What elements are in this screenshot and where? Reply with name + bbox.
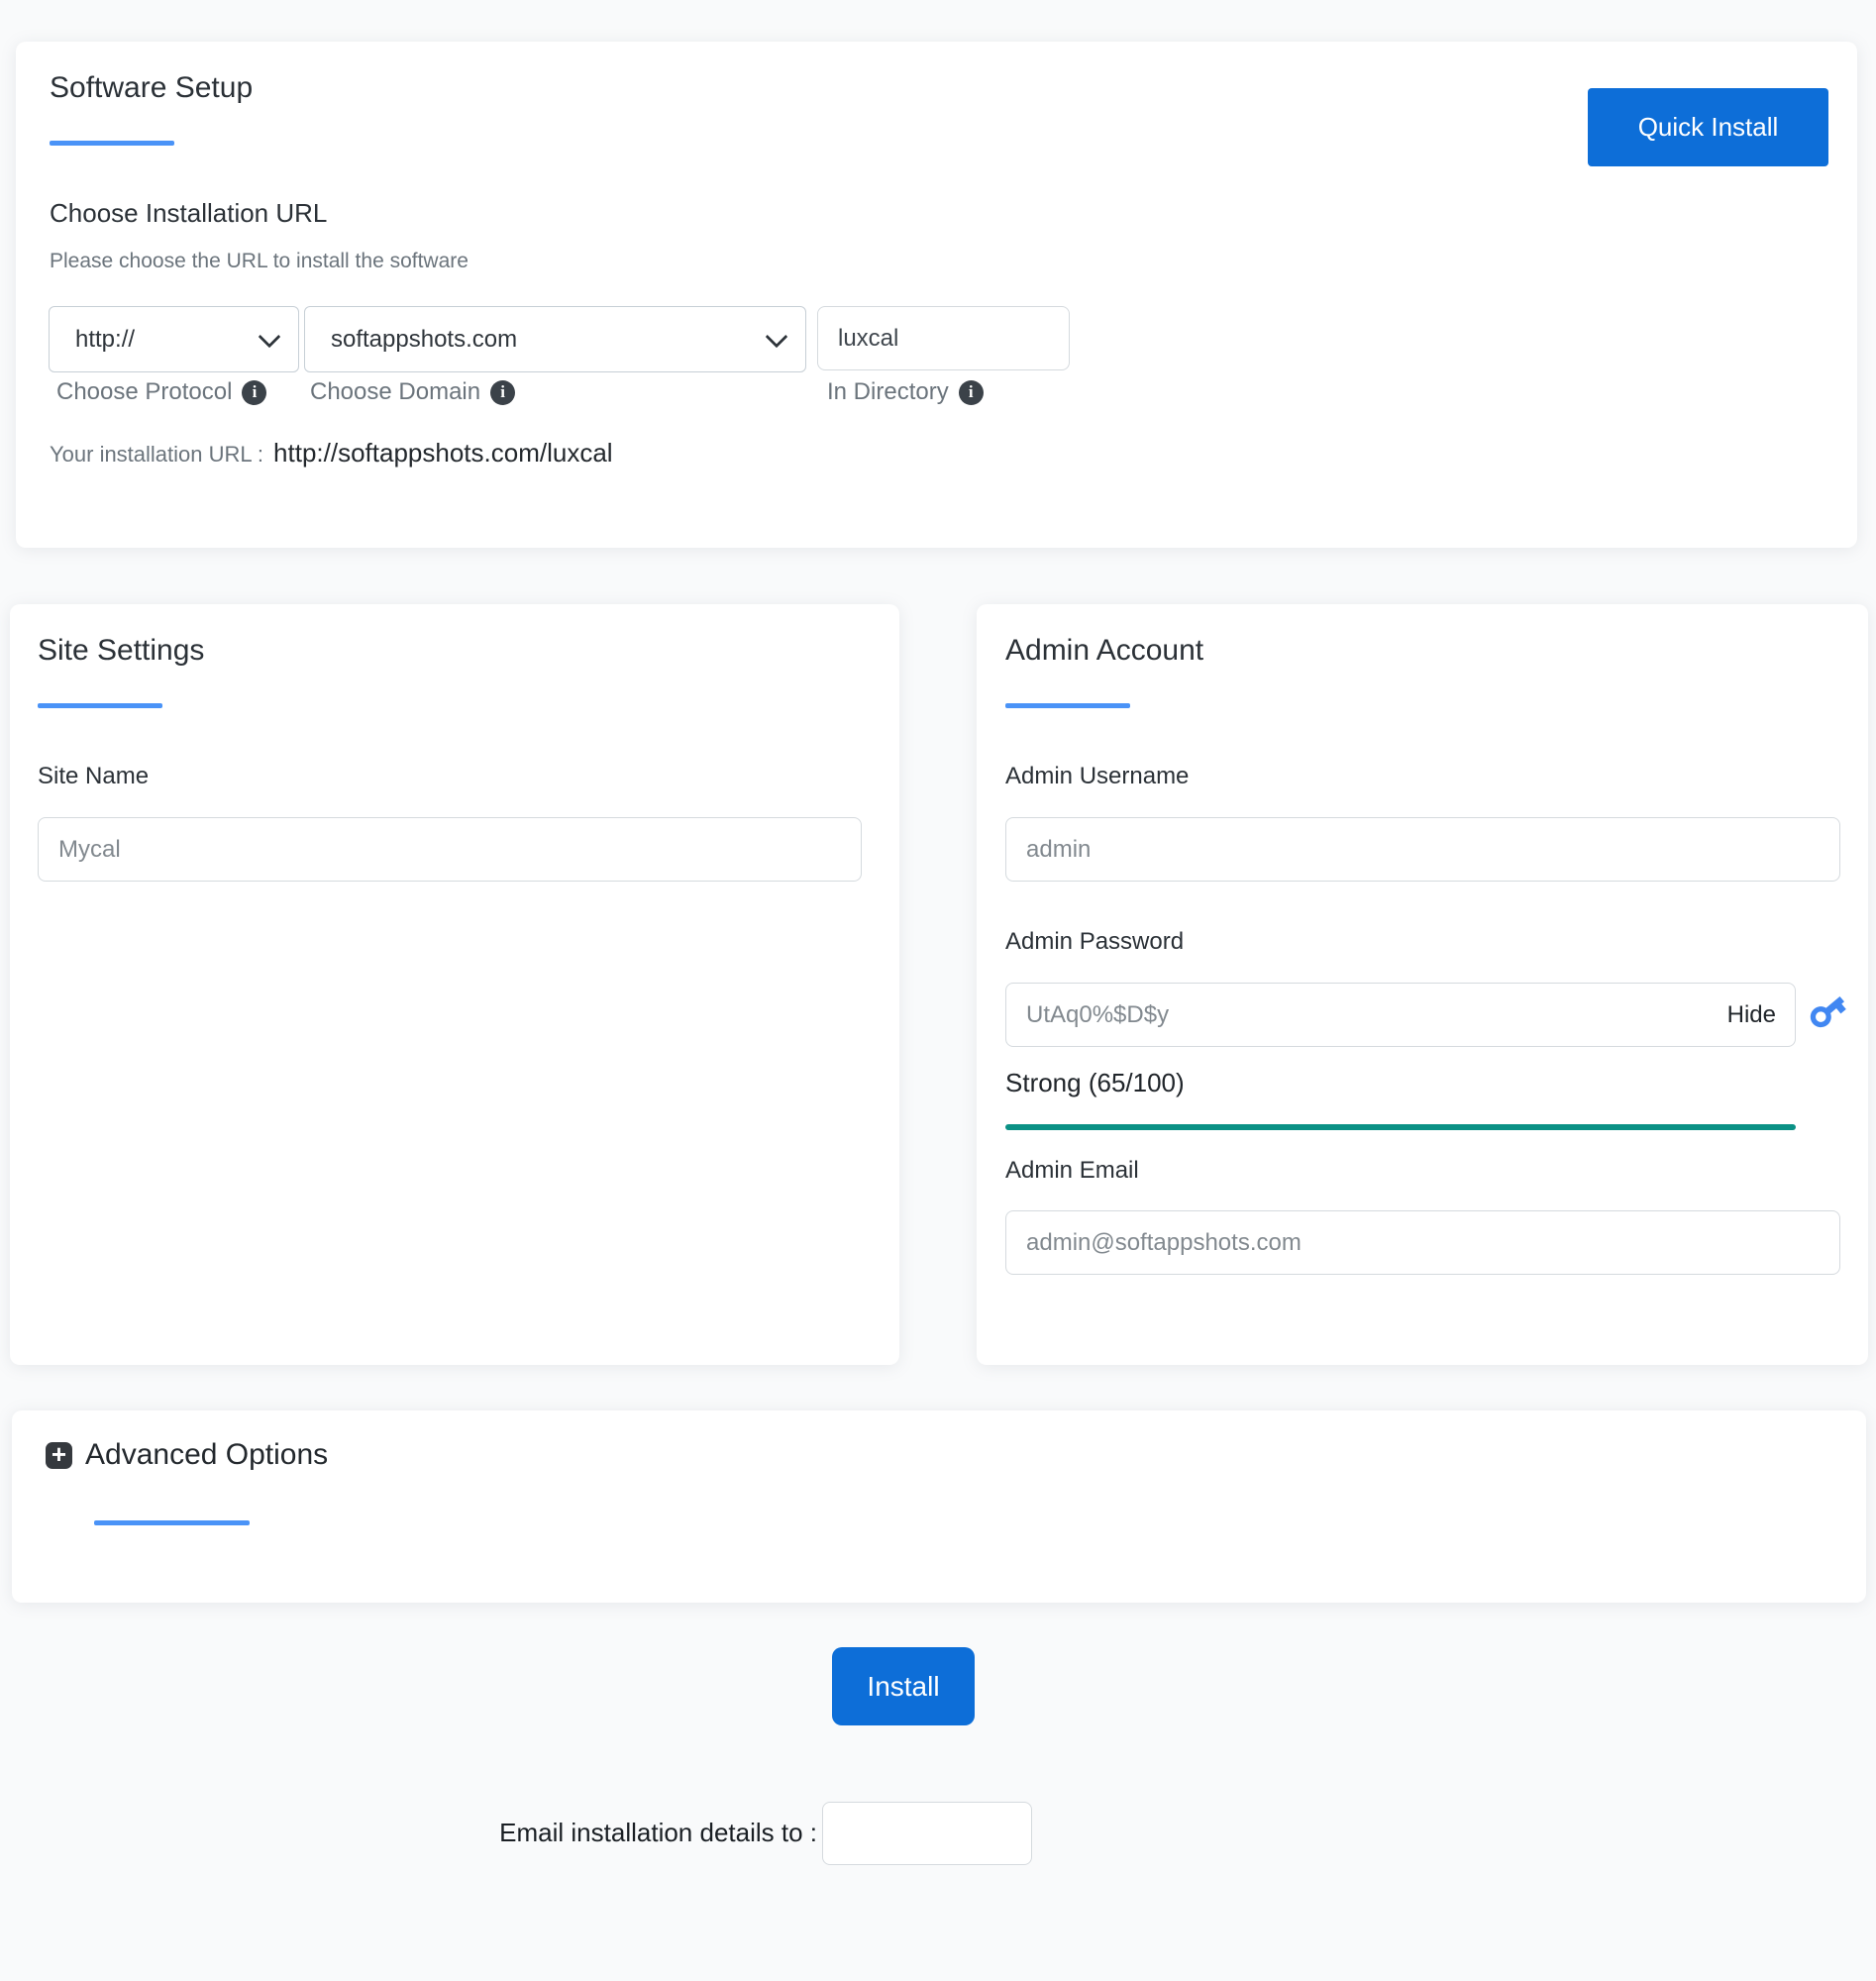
password-strength-bar xyxy=(1005,1124,1796,1130)
domain-select[interactable]: softappshots.com xyxy=(304,306,806,372)
password-strength-text: Strong (65/100) xyxy=(1005,1068,1185,1097)
title-accent-line xyxy=(38,703,162,708)
domain-select-wrap: softappshots.com xyxy=(304,306,806,372)
software-setup-card: Software Setup Quick Install Choose Inst… xyxy=(16,42,1857,548)
choose-domain-label: Choose Domain i xyxy=(310,378,516,406)
in-directory-label: In Directory i xyxy=(827,378,984,406)
protocol-select-wrap: http:// xyxy=(49,306,299,372)
install-button[interactable]: Install xyxy=(832,1647,975,1725)
admin-email-label: Admin Email xyxy=(1005,1157,1139,1184)
admin-account-title: Admin Account xyxy=(1005,634,1204,667)
site-name-input[interactable] xyxy=(38,817,862,882)
protocol-select[interactable]: http:// xyxy=(49,306,299,372)
site-settings-card: Site Settings Site Name xyxy=(10,604,899,1365)
plus-icon: + xyxy=(46,1441,72,1469)
advanced-options-title: Advanced Options xyxy=(85,1438,329,1471)
installation-url-value: http://softappshots.com/luxcal xyxy=(273,438,613,468)
admin-account-card: Admin Account Admin Username Admin Passw… xyxy=(977,604,1868,1365)
info-icon[interactable]: i xyxy=(958,379,984,405)
admin-username-label: Admin Username xyxy=(1005,763,1190,789)
title-accent-line xyxy=(1005,703,1130,708)
info-icon[interactable]: i xyxy=(490,379,516,405)
email-details-label: Email installation details to : xyxy=(499,1818,817,1847)
software-setup-title: Software Setup xyxy=(50,71,254,104)
email-details-input[interactable] xyxy=(822,1802,1032,1865)
hide-password-toggle[interactable]: Hide xyxy=(1727,1001,1776,1029)
admin-password-input[interactable] xyxy=(1005,983,1796,1047)
site-name-label: Site Name xyxy=(38,763,150,789)
installation-url-line: Your installation URL : http://softappsh… xyxy=(50,438,613,469)
directory-input[interactable] xyxy=(817,306,1070,370)
choose-installation-url-subtitle: Please choose the URL to install the sof… xyxy=(50,250,469,272)
choose-installation-url-heading: Choose Installation URL xyxy=(50,198,328,228)
title-accent-line xyxy=(50,141,174,146)
info-icon[interactable]: i xyxy=(242,379,267,405)
admin-username-input[interactable] xyxy=(1005,817,1840,882)
password-strength-bar-fill xyxy=(1005,1124,1796,1130)
installation-url-label: Your installation URL : xyxy=(50,442,264,467)
admin-email-input[interactable] xyxy=(1005,1210,1840,1275)
title-accent-line xyxy=(94,1520,250,1525)
generate-password-key-icon[interactable] xyxy=(1798,982,1856,1040)
advanced-options-toggle[interactable]: + Advanced Options xyxy=(46,1438,328,1472)
advanced-options-card: + Advanced Options xyxy=(12,1410,1866,1603)
quick-install-button[interactable]: Quick Install xyxy=(1588,88,1828,166)
admin-password-label: Admin Password xyxy=(1005,928,1185,955)
site-settings-title: Site Settings xyxy=(38,634,205,667)
admin-password-row: Hide xyxy=(1005,983,1796,1047)
choose-protocol-label: Choose Protocol i xyxy=(56,378,267,406)
